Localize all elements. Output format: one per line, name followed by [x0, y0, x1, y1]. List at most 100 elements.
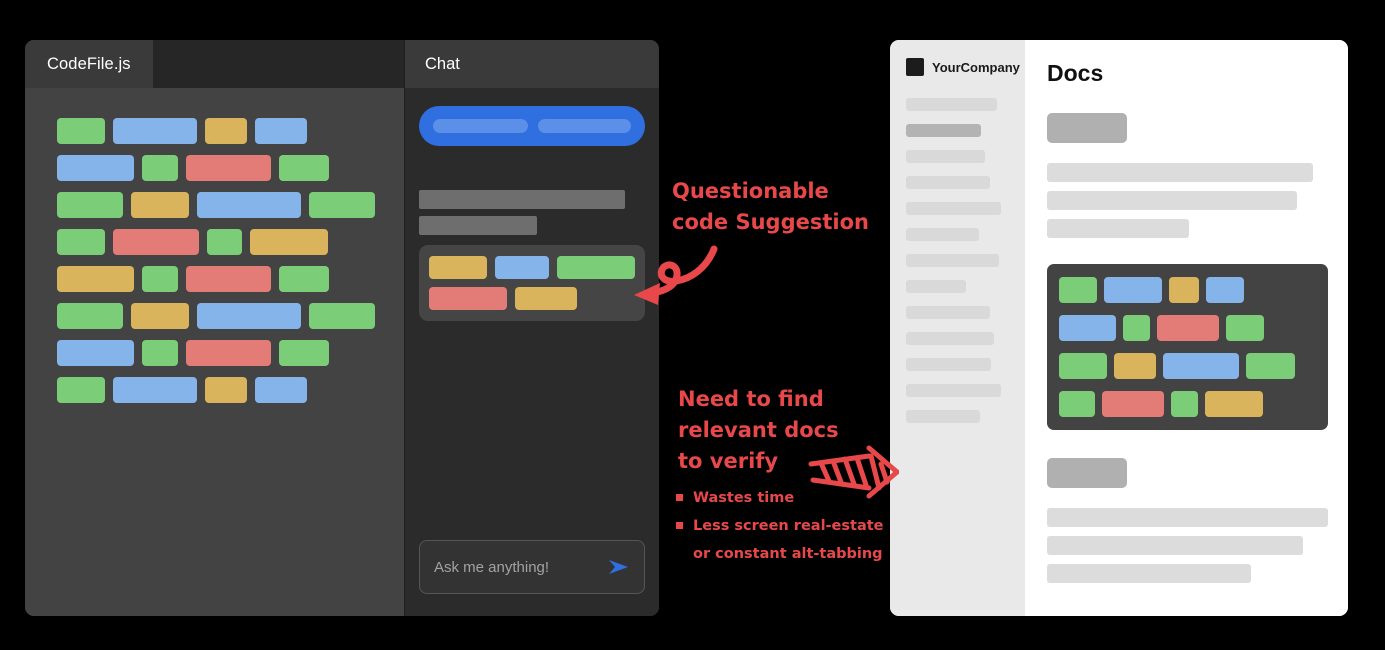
code-line [57, 303, 404, 329]
code-token [57, 340, 134, 366]
code-token [1102, 391, 1164, 417]
code-token [57, 155, 134, 181]
annotation-questionable-suggestion: Questionable code Suggestion [672, 176, 869, 238]
annotation-line: Questionable [672, 179, 829, 203]
doc-text-line [1047, 536, 1303, 555]
annotation-bullet-text: or constant alt-tabbing [693, 546, 883, 562]
code-token [1205, 391, 1263, 417]
doc-text-line [1047, 191, 1297, 210]
sidebar-item-0[interactable] [906, 98, 997, 111]
annotation-find-docs: Need to find relevant docs to verify [678, 384, 839, 477]
sidebar-item-1[interactable] [906, 124, 981, 137]
code-token [309, 192, 375, 218]
docs-section-bottom [1047, 458, 1328, 583]
code-token [1171, 391, 1198, 417]
chat-pane: Chat Ask me anything! [404, 40, 659, 616]
doc-text-line [1047, 508, 1328, 527]
reply-text-line [419, 190, 625, 209]
code-token [1226, 315, 1264, 341]
code-token [142, 155, 178, 181]
code-token [557, 256, 635, 279]
doc-text-line [1047, 564, 1251, 583]
sidebar-item-3[interactable] [906, 176, 990, 189]
code-token [57, 192, 123, 218]
code-line [1059, 391, 1316, 417]
code-line [57, 340, 404, 366]
code-line [429, 256, 635, 279]
code-token [113, 118, 197, 144]
code-token [1059, 353, 1107, 379]
chat-message-list [405, 88, 659, 540]
sidebar-item-2[interactable] [906, 150, 985, 163]
code-token [186, 340, 271, 366]
code-token [142, 266, 178, 292]
annotation-line: to verify [678, 449, 779, 473]
code-token [205, 377, 247, 403]
annotation-line: Need to find [678, 387, 824, 411]
code-token [1206, 277, 1244, 303]
code-token [429, 256, 487, 279]
sidebar-item-10[interactable] [906, 358, 991, 371]
sidebar-item-11[interactable] [906, 384, 1001, 397]
sidebar-item-4[interactable] [906, 202, 1001, 215]
chat-input-box[interactable]: Ask me anything! [419, 540, 645, 594]
chat-input-area: Ask me anything! [405, 540, 659, 616]
code-token [57, 229, 105, 255]
sidebar-item-8[interactable] [906, 306, 990, 319]
tab-label: CodeFile.js [47, 54, 131, 73]
annotation-bullet: or constant alt-tabbing [676, 543, 884, 565]
message-text-line [537, 119, 631, 133]
code-token [57, 118, 105, 144]
code-token [1059, 277, 1097, 303]
tab-codefile-js[interactable]: CodeFile.js [25, 40, 153, 88]
sidebar-item-6[interactable] [906, 254, 999, 267]
sidebar-item-12[interactable] [906, 410, 980, 423]
code-line [57, 229, 404, 255]
code-token [1157, 315, 1219, 341]
code-suggestion-card[interactable] [419, 245, 645, 321]
code-token [1246, 353, 1295, 379]
doc-text-line [1047, 219, 1189, 238]
code-token [1169, 277, 1199, 303]
code-token [57, 303, 123, 329]
annotation-bullet-text: Wastes time [693, 490, 795, 506]
code-editor-content[interactable] [25, 88, 404, 616]
chat-header: Chat [405, 40, 659, 88]
docs-main-content: Docs [1025, 40, 1348, 616]
code-token [279, 266, 329, 292]
docs-window: YourCompany Docs [890, 40, 1348, 616]
send-arrow-icon[interactable] [608, 558, 630, 576]
code-token [279, 155, 329, 181]
brand-name: YourCompany [932, 59, 1020, 75]
docs-section-top [1047, 113, 1328, 238]
chat-title: Chat [425, 54, 460, 73]
code-token [279, 340, 329, 366]
code-token [255, 118, 307, 144]
annotation-line: relevant docs [678, 418, 839, 442]
code-line [57, 192, 404, 218]
brand: YourCompany [890, 58, 1025, 76]
annotation-bullet: Wastes time [676, 487, 884, 509]
sidebar-item-5[interactable] [906, 228, 979, 241]
code-line [1059, 353, 1316, 379]
code-token [255, 377, 307, 403]
annotation-bullet-list: Wastes time Less screen real-estate or con… [676, 487, 884, 571]
code-token [113, 377, 197, 403]
code-token [113, 229, 199, 255]
docs-sidebar: YourCompany [890, 40, 1025, 616]
page-title: Docs [1047, 60, 1104, 86]
sidebar-item-9[interactable] [906, 332, 994, 345]
docs-code-block [1047, 264, 1328, 430]
code-token [186, 266, 271, 292]
code-line [1059, 277, 1316, 303]
bullet-marker-icon [676, 522, 683, 529]
annotation-bullet-text: Less screen real-estate [693, 518, 884, 534]
code-line [57, 118, 404, 144]
code-token [197, 192, 301, 218]
sidebar-item-7[interactable] [906, 280, 966, 293]
docs-nav-list [890, 98, 1025, 423]
code-token [1114, 353, 1156, 379]
chat-input-placeholder: Ask me anything! [434, 558, 550, 576]
code-token [1104, 277, 1162, 303]
code-token [250, 229, 328, 255]
